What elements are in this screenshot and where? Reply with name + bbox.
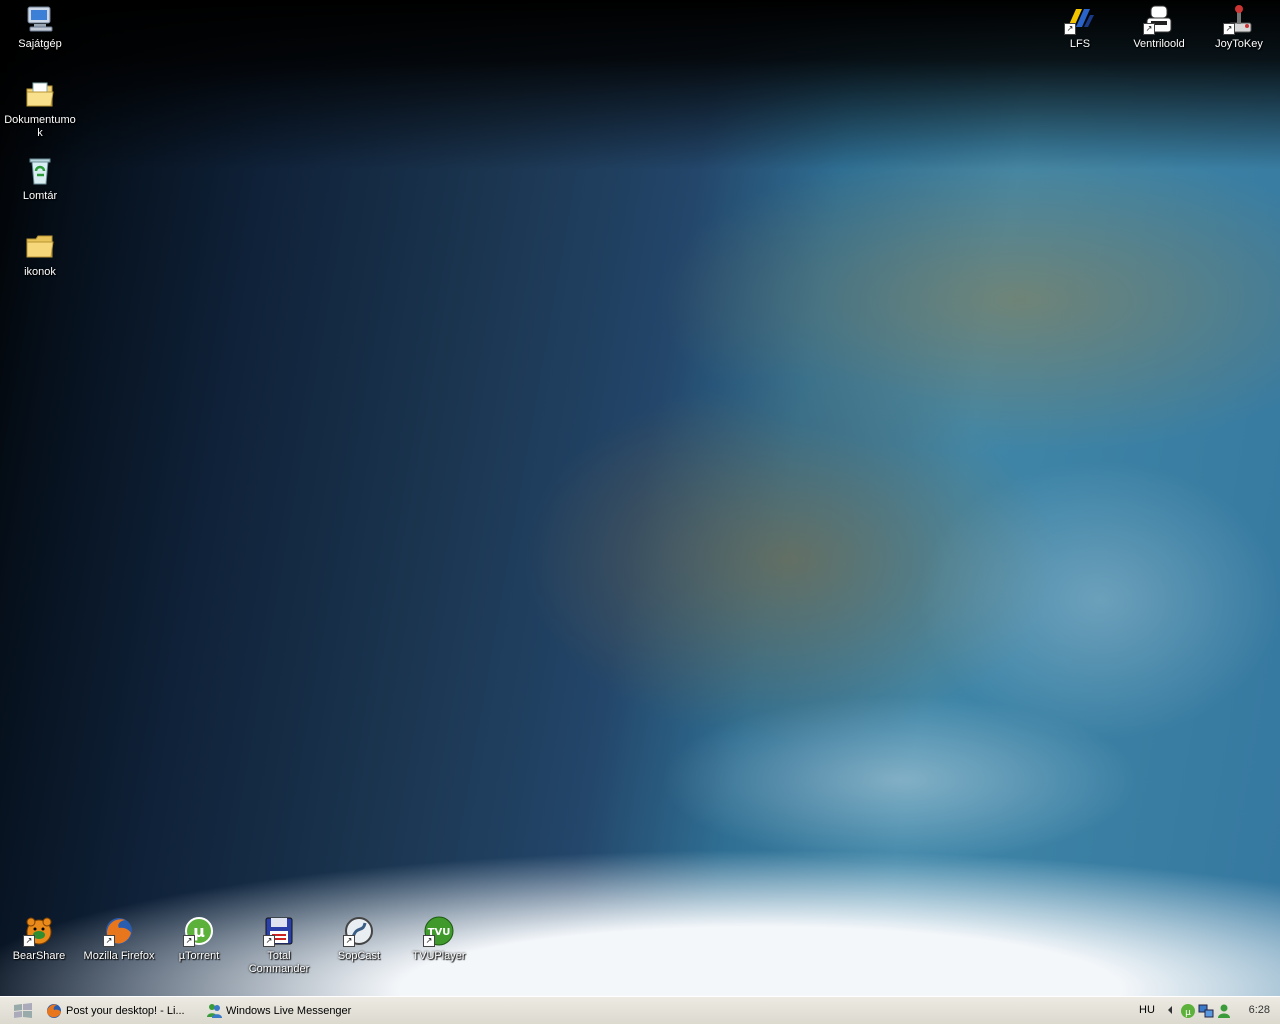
wallpaper-cloud-band [600, 640, 1280, 900]
language-indicator[interactable]: HU [1139, 1004, 1155, 1016]
icon-label: Mozilla Firefox [83, 950, 155, 962]
icon-label: ikonok [24, 266, 56, 278]
folder-icon [24, 231, 56, 263]
shortcut-arrow-icon: ↗ [183, 935, 195, 947]
desktop-icon-ventrilo[interactable]: ↗ Ventriloold [1121, 3, 1197, 51]
icon-label: Lomtár [22, 190, 58, 202]
recycle-bin-icon [24, 155, 56, 187]
desktop-icon-ikonok[interactable]: ikonok [2, 231, 78, 279]
firefox-icon [47, 1004, 61, 1018]
bearshare-icon: ↗ [23, 915, 55, 947]
shortcut-arrow-icon: ↗ [1223, 23, 1235, 35]
icon-label: LFS [1069, 38, 1091, 50]
shortcut-arrow-icon: ↗ [103, 935, 115, 947]
shortcut-arrow-icon: ↗ [343, 935, 355, 947]
messenger-tray-icon[interactable] [1216, 1003, 1232, 1019]
firefox-icon: ↗ [103, 915, 135, 947]
utorrent-icon: µ ↗ [183, 915, 215, 947]
task-label: Post your desktop! - Li... [66, 1005, 185, 1017]
documents-folder-icon [24, 79, 56, 111]
desktop-icon-lfs[interactable]: ↗ LFS [1042, 3, 1118, 51]
start-button[interactable] [8, 1001, 38, 1021]
desktop-icon-utorrent[interactable]: µ ↗ µTorrent [161, 915, 237, 963]
task-label: Windows Live Messenger [226, 1005, 352, 1017]
sopcast-icon: ↗ [343, 915, 375, 947]
icon-label: SopCast [337, 950, 381, 962]
windows-logo-icon [14, 1003, 32, 1018]
icon-label: Total Commander [248, 950, 310, 975]
tray-expand-arrow-icon[interactable] [1166, 1004, 1174, 1020]
desktop-icon-recycle-bin[interactable]: Lomtár [2, 155, 78, 203]
icon-label: µTorrent [178, 950, 220, 962]
clock[interactable]: 6:28 [1249, 1004, 1270, 1016]
shortcut-arrow-icon: ↗ [1143, 23, 1155, 35]
tvuplayer-icon: TVU ↗ [423, 915, 455, 947]
ventrilo-icon: ↗ [1143, 3, 1175, 35]
icon-label: Sajátgép [18, 38, 62, 50]
svg-text:µ: µ [1185, 1008, 1191, 1018]
taskbar: Post your desktop! - Li... Windows Live … [0, 996, 1280, 1024]
icon-label: JoyToKey [1215, 38, 1263, 50]
shortcut-arrow-icon: ↗ [23, 935, 35, 947]
shortcut-arrow-icon: ↗ [263, 935, 275, 947]
wallpaper-night-shade [0, 0, 1280, 996]
floppy-disk-icon: ↗ [263, 915, 295, 947]
utorrent-tray-icon[interactable]: µ [1180, 1003, 1196, 1019]
shortcut-arrow-icon: ↗ [423, 935, 435, 947]
desktop-icon-documents[interactable]: Dokumentumok [2, 79, 78, 140]
taskbar-button-messenger[interactable]: Windows Live Messenger [206, 1000, 351, 1022]
computer-icon [24, 3, 56, 35]
joystick-icon: ↗ [1223, 3, 1255, 35]
system-tray: HU µ 6:28 [1130, 997, 1280, 1024]
shortcut-arrow-icon: ↗ [1064, 23, 1076, 35]
desktop-wallpaper: Sajátgép Dokumentumok Lomtár ikonok ↗ LF… [0, 0, 1280, 996]
network-tray-icon[interactable] [1198, 1003, 1214, 1019]
desktop-icon-bearshare[interactable]: ↗ BearShare [1, 915, 77, 963]
taskbar-button-firefox[interactable]: Post your desktop! - Li... [46, 1000, 185, 1022]
messenger-icon [207, 1004, 222, 1018]
icon-label: Dokumentumok [4, 114, 76, 139]
desktop-icon-firefox[interactable]: ↗ Mozilla Firefox [81, 915, 157, 963]
desktop-icon-tvuplayer[interactable]: TVU ↗ TVUPlayer [401, 915, 477, 963]
desktop-icon-joytokey[interactable]: ↗ JoyToKey [1201, 3, 1277, 51]
icon-label: TVUPlayer [412, 950, 466, 962]
desktop-icon-my-computer[interactable]: Sajátgép [2, 3, 78, 51]
icon-label: Ventriloold [1133, 38, 1185, 50]
desktop-icon-total-commander[interactable]: ↗ Total Commander [241, 915, 317, 976]
lfs-icon: ↗ [1064, 3, 1096, 35]
icon-label: BearShare [12, 950, 66, 962]
desktop-icon-sopcast[interactable]: ↗ SopCast [321, 915, 397, 963]
